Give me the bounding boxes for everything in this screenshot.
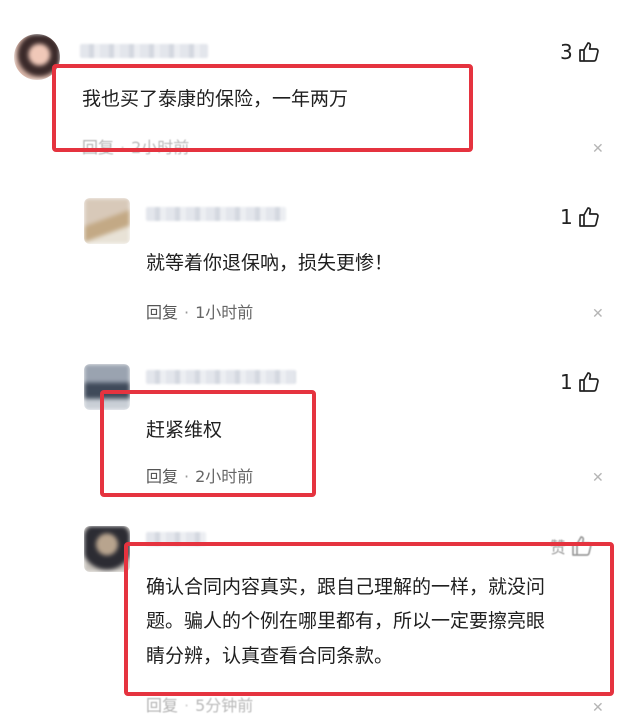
avatar[interactable] [84, 198, 130, 244]
close-icon[interactable]: ✕ [592, 700, 604, 716]
highlight-box [52, 64, 473, 152]
like-count: 3 [560, 40, 573, 64]
highlight-box [100, 390, 316, 497]
like-count: 1 [560, 205, 573, 229]
username[interactable] [80, 44, 208, 58]
close-icon[interactable]: ✕ [592, 141, 604, 157]
like-button[interactable]: 3 [560, 40, 601, 64]
thumbs-up-icon [577, 40, 601, 64]
like-button[interactable]: 1 [560, 205, 601, 229]
comment-time: 1小时前 [195, 303, 254, 322]
close-icon[interactable]: ✕ [592, 470, 604, 486]
thumbs-up-icon [577, 205, 601, 229]
like-button[interactable]: 1 [560, 370, 601, 394]
comment-text: 就等着你退保吶，损失更惨！ [146, 252, 394, 274]
username[interactable] [146, 370, 296, 384]
username[interactable] [146, 207, 286, 221]
comment-meta: 回复 · 1小时前 [146, 303, 254, 322]
thumbs-up-icon [577, 370, 601, 394]
like-count: 1 [560, 370, 573, 394]
close-icon[interactable]: ✕ [592, 306, 604, 322]
comment-time: 5分钟前 [195, 696, 254, 715]
highlight-box [124, 542, 614, 696]
reply-button[interactable]: 回复 [146, 696, 178, 715]
reply-button[interactable]: 回复 [146, 303, 178, 322]
